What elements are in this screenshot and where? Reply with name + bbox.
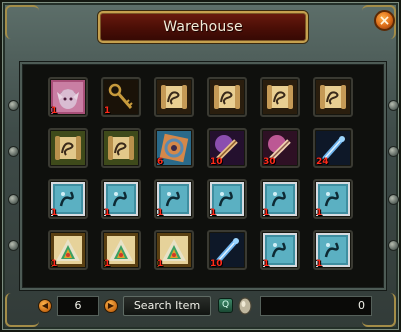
item-quantity: 1 (104, 259, 111, 269)
scroll-icon (263, 80, 297, 114)
rivet-icon (8, 146, 19, 157)
item-quantity: 1 (104, 106, 111, 116)
inventory-slot[interactable]: 1 (101, 230, 141, 270)
item-quantity: 10 (210, 259, 223, 269)
inventory-slot[interactable]: 1 (48, 179, 88, 219)
money-amount: 0 (260, 296, 372, 316)
inventory-slot[interactable]: 1 (154, 230, 194, 270)
inventory-slot[interactable]: 1 (101, 179, 141, 219)
green-scroll-icon (51, 131, 85, 165)
inventory-slot[interactable] (260, 77, 300, 117)
item-quantity: 6 (157, 157, 164, 167)
next-page-button[interactable]: ▶ (104, 299, 118, 313)
item-quantity: 30 (263, 157, 276, 167)
rivet-icon (388, 240, 399, 251)
item-quantity: 10 (210, 157, 223, 167)
item-quantity: 1 (51, 208, 58, 218)
close-icon: × (378, 12, 391, 29)
title-bar[interactable]: Warehouse (98, 11, 308, 43)
item-quantity: 1 (157, 259, 164, 269)
inventory-slot[interactable]: 1 (313, 179, 353, 219)
inventory-slot[interactable] (101, 128, 141, 168)
inventory-slot[interactable] (48, 128, 88, 168)
inventory-slot[interactable]: 1 (207, 179, 247, 219)
search-item-button[interactable]: Search Item (123, 296, 211, 316)
magnify-button[interactable]: Q (218, 298, 233, 313)
item-quantity: 1 (316, 208, 323, 218)
corner-ornament (5, 5, 39, 39)
item-quantity: 1 (51, 259, 58, 269)
scroll-icon (316, 80, 350, 114)
inventory-slot[interactable]: 10 (207, 128, 247, 168)
inventory-slot[interactable] (207, 77, 247, 117)
inventory-slot[interactable]: 1 (260, 230, 300, 270)
item-grid: 1 1 6 10 30 24 1 1 1 1 1 1 1 1 1 10 1 1 (20, 62, 386, 290)
warehouse-window: Warehouse × 1 1 6 10 30 24 1 1 1 1 1 1 1 1 1 10 1 1 ◀ 6 ▶… (0, 0, 401, 332)
item-quantity: 1 (104, 208, 111, 218)
rivet-icon (388, 194, 399, 205)
inventory-slot[interactable]: 1 (48, 77, 88, 117)
item-quantity: 1 (210, 208, 217, 218)
page-number: 6 (57, 296, 99, 316)
inventory-slot[interactable]: 1 (313, 230, 353, 270)
corner-ornament (5, 293, 39, 327)
rivet-icon (388, 146, 399, 157)
search-icon: Q (221, 300, 230, 310)
inventory-slot[interactable]: 30 (260, 128, 300, 168)
inventory-slot[interactable] (313, 77, 353, 117)
inventory-slot[interactable]: 1 (101, 77, 141, 117)
green-scroll-icon (104, 131, 138, 165)
money-icon (238, 297, 252, 315)
inventory-slot[interactable]: 10 (207, 230, 247, 270)
close-button[interactable]: × (374, 10, 395, 31)
chevron-right-icon: ▶ (107, 301, 115, 310)
inventory-slot[interactable]: 1 (48, 230, 88, 270)
item-quantity: 1 (157, 208, 164, 218)
rivet-icon (8, 100, 19, 111)
inventory-slot[interactable]: 1 (260, 179, 300, 219)
item-quantity: 24 (316, 157, 329, 167)
inventory-slot[interactable]: 1 (154, 179, 194, 219)
rivet-icon (8, 194, 19, 205)
item-quantity: 1 (51, 106, 58, 116)
item-quantity: 1 (316, 259, 323, 269)
prev-page-button[interactable]: ◀ (38, 299, 52, 313)
item-quantity: 1 (263, 259, 270, 269)
chevron-left-icon: ◀ (41, 301, 49, 310)
window-title: Warehouse (163, 19, 243, 35)
inventory-slot[interactable] (154, 77, 194, 117)
rivet-icon (8, 240, 19, 251)
inventory-slot[interactable]: 24 (313, 128, 353, 168)
item-quantity: 1 (263, 208, 270, 218)
rivet-icon (388, 100, 399, 111)
scroll-icon (210, 80, 244, 114)
scroll-icon (157, 80, 191, 114)
inventory-slot[interactable]: 6 (154, 128, 194, 168)
